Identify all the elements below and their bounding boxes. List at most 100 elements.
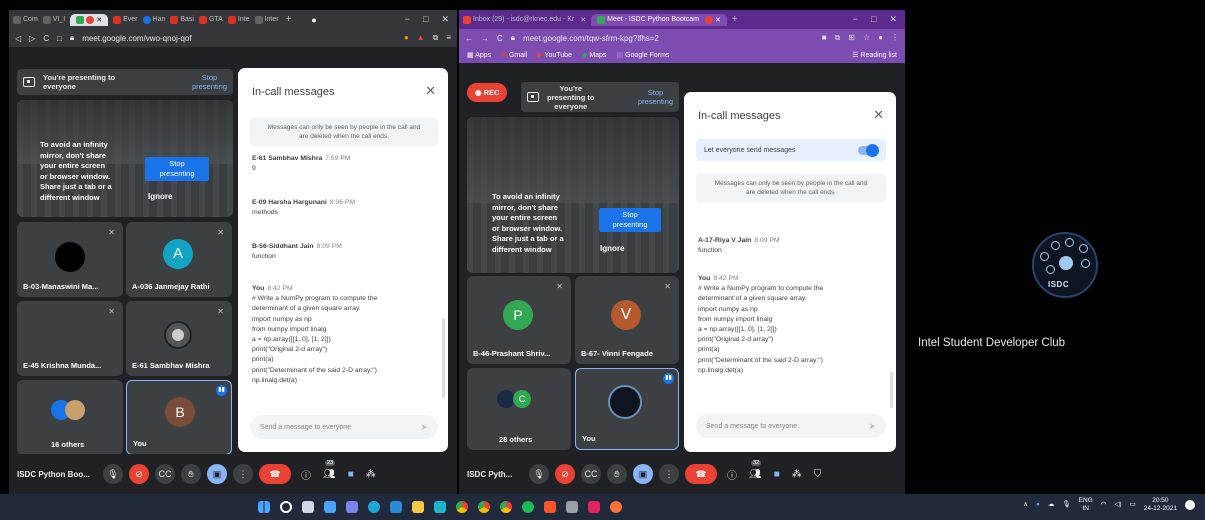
- let-everyone-send-toggle[interactable]: Let everyone send messages: [696, 139, 886, 161]
- reload-icon[interactable]: C: [43, 34, 49, 43]
- stop-presenting-link[interactable]: Stop presenting: [192, 73, 227, 91]
- bookmark-google-forms[interactable]: ▤ Google Forms: [616, 51, 669, 59]
- task-view-icon[interactable]: [302, 501, 314, 513]
- browser-tab-active[interactable]: ✕: [70, 13, 109, 26]
- chat-app-icon[interactable]: [346, 501, 358, 513]
- browser-tab[interactable]: Inte: [227, 15, 250, 24]
- scrollbar[interactable]: [442, 318, 445, 398]
- close-window-icon[interactable]: ✕: [441, 14, 449, 25]
- back-icon[interactable]: ◁: [15, 34, 21, 43]
- tray-app-icon[interactable]: ●: [1036, 501, 1040, 509]
- app-icon[interactable]: [566, 501, 578, 513]
- start-icon[interactable]: [258, 501, 270, 513]
- activities-icon[interactable]: ⁂: [792, 469, 802, 480]
- close-window-icon[interactable]: ✕: [889, 14, 897, 25]
- activities-icon[interactable]: ⁂: [366, 469, 376, 480]
- raise-hand-icon[interactable]: ✋︎: [181, 464, 201, 484]
- self-tile[interactable]: ▮▮ B You: [126, 380, 232, 455]
- clock[interactable]: 20:50 24-12-2021: [1144, 497, 1177, 513]
- present-icon[interactable]: ▣: [633, 464, 653, 484]
- new-tab-icon[interactable]: +: [286, 14, 292, 25]
- mic-tray-icon[interactable]: 🎙︎: [1062, 501, 1070, 509]
- chrome-icon[interactable]: [456, 501, 468, 513]
- camera-indicator-icon[interactable]: ■: [822, 33, 827, 43]
- new-tab-icon[interactable]: +: [732, 14, 738, 25]
- more-options-icon[interactable]: ⋮: [233, 464, 253, 484]
- scrollbar[interactable]: [890, 372, 893, 408]
- extension-icon[interactable]: ▲: [417, 33, 425, 43]
- mirror-stop-presenting-button[interactable]: Stop presenting: [145, 157, 209, 181]
- bookmark-maps[interactable]: ◆ Maps: [582, 51, 606, 59]
- browser-tab[interactable]: Han: [142, 15, 165, 24]
- close-icon[interactable]: ✕: [873, 107, 884, 123]
- people-icon[interactable]: 👥︎ 23: [323, 459, 336, 480]
- language-indicator[interactable]: ENG IN: [1079, 497, 1093, 513]
- send-icon[interactable]: ➤: [420, 422, 428, 433]
- chrome-icon[interactable]: [500, 501, 512, 513]
- captions-icon[interactable]: CC: [155, 464, 175, 484]
- message-input[interactable]: Send a message to everyone ➤: [250, 415, 438, 439]
- forward-icon[interactable]: →: [481, 34, 489, 43]
- participant-tile[interactable]: ✕ E-61 Sambhav Mishra: [126, 301, 232, 376]
- mirror-ignore-button[interactable]: Ignore: [600, 244, 624, 253]
- back-icon[interactable]: ←: [465, 34, 473, 43]
- send-icon[interactable]: ➤: [868, 421, 876, 432]
- url-field[interactable]: meet.google.com/vwo-qnoj-qof: [82, 34, 396, 43]
- app-icon[interactable]: [588, 501, 600, 513]
- others-tile[interactable]: C 28 others: [467, 368, 571, 450]
- edge-icon[interactable]: [368, 501, 380, 513]
- mic-icon[interactable]: 🎙︎: [103, 464, 123, 484]
- volume-icon[interactable]: ◁): [1114, 501, 1121, 509]
- app-icon[interactable]: [434, 501, 446, 513]
- browser-tab[interactable]: Inter: [254, 15, 279, 24]
- self-tile[interactable]: ▮▮ You: [575, 368, 679, 450]
- search-icon[interactable]: [280, 501, 292, 513]
- browser-tab[interactable]: Com: [13, 15, 38, 24]
- stop-presenting-link[interactable]: Stop presenting: [638, 88, 673, 106]
- firefox-icon[interactable]: [610, 501, 622, 513]
- widgets-icon[interactable]: [324, 501, 336, 513]
- camera-off-icon[interactable]: ⊘: [129, 464, 149, 484]
- extension-icon[interactable]: ⊞: [848, 33, 855, 43]
- brave-icon[interactable]: [544, 501, 556, 513]
- participant-tile[interactable]: ✕ B-03-Manaswini Ma...: [17, 222, 123, 297]
- browser-tab[interactable]: GTA: [198, 15, 223, 24]
- notification-icon[interactable]: [1185, 500, 1195, 510]
- extension-icon[interactable]: ●: [404, 33, 409, 43]
- chat-icon[interactable]: ■: [774, 469, 780, 480]
- menu-icon[interactable]: ⋮: [891, 33, 899, 43]
- url-field[interactable]: meet.google.com/tqw-sfrm-kpg?lfhs=2: [523, 34, 814, 43]
- meeting-details-icon[interactable]: ⓘ: [301, 467, 311, 482]
- tab-close-icon[interactable]: ✕: [715, 16, 721, 24]
- browser-tab[interactable]: Basi: [170, 15, 194, 24]
- maximize-icon[interactable]: □: [871, 14, 876, 25]
- captions-icon[interactable]: CC: [581, 464, 601, 484]
- battery-icon[interactable]: ▭: [1130, 501, 1136, 509]
- more-options-icon[interactable]: ⋮: [659, 464, 679, 484]
- rec-badge[interactable]: ◉ REC: [467, 83, 508, 102]
- mic-icon[interactable]: 🎙︎: [529, 464, 549, 484]
- maximize-icon[interactable]: □: [423, 14, 428, 25]
- participant-tile[interactable]: ✕ V B-67- Vinni Fengade: [575, 276, 679, 364]
- bookmark-gmail[interactable]: M Gmail: [501, 52, 527, 59]
- chat-icon[interactable]: ■: [348, 469, 354, 480]
- wifi-icon[interactable]: ◠: [1101, 501, 1107, 509]
- browser-tab[interactable]: Ever: [113, 15, 138, 24]
- browser-tab-active[interactable]: Meet - ISDC Python Bootcam ✕: [591, 13, 727, 26]
- store-icon[interactable]: [390, 501, 402, 513]
- minimize-icon[interactable]: −: [405, 14, 410, 25]
- tab-close-icon[interactable]: ✕: [96, 16, 102, 24]
- present-icon[interactable]: ▣: [207, 464, 227, 484]
- close-icon[interactable]: ✕: [425, 83, 436, 99]
- explorer-icon[interactable]: [412, 501, 424, 513]
- tray-overflow-icon[interactable]: ∧: [1023, 501, 1028, 509]
- home-icon[interactable]: □: [57, 34, 62, 43]
- forward-icon[interactable]: ▷: [29, 34, 35, 43]
- end-call-icon[interactable]: ☎︎: [685, 464, 717, 484]
- meeting-details-icon[interactable]: ⓘ: [727, 467, 737, 482]
- tab-close-icon[interactable]: ✕: [580, 16, 586, 24]
- toggle-switch[interactable]: [858, 143, 879, 157]
- screen-share-icon[interactable]: ⧉: [433, 33, 439, 43]
- menu-icon[interactable]: ≡: [446, 33, 451, 43]
- others-tile[interactable]: 16 others: [17, 380, 123, 455]
